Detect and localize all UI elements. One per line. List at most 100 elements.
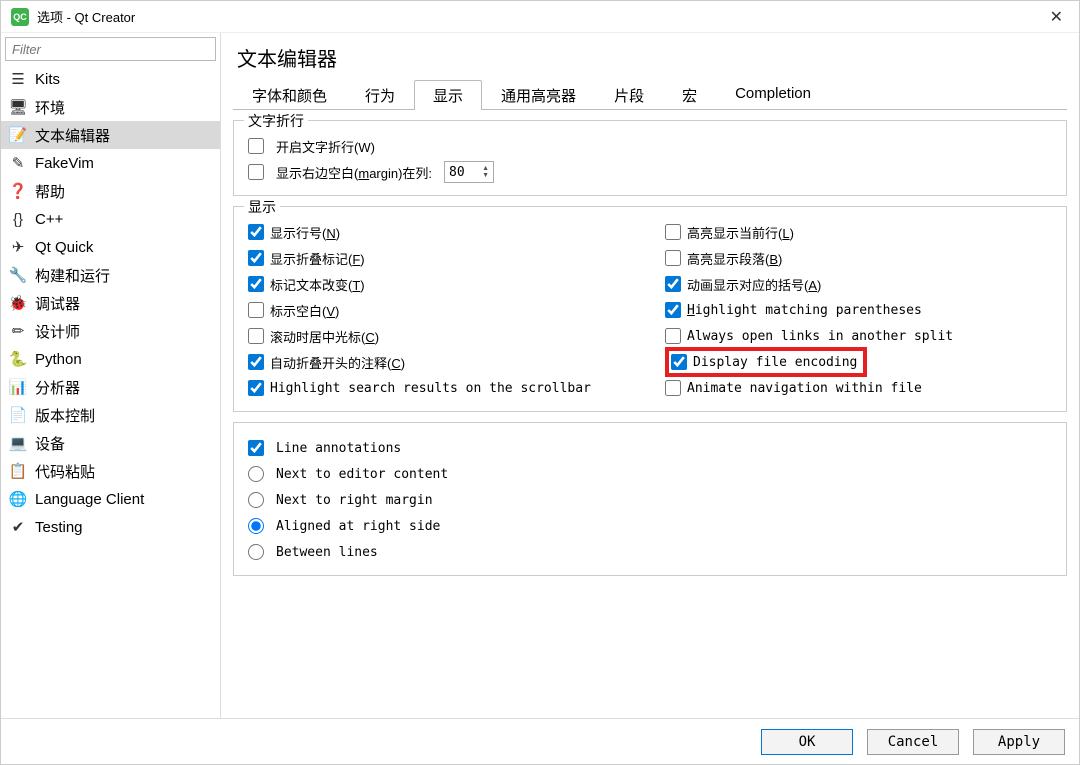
sidebar-item-label: 版本控制 <box>35 405 95 426</box>
display-checkbox[interactable] <box>665 328 681 344</box>
display-checkbox[interactable] <box>248 354 264 370</box>
annotation-radio-between[interactable] <box>248 544 264 560</box>
sidebar-item-label: 设备 <box>35 433 65 454</box>
show-margin-label: 显示右边空白(margin)在列: <box>276 163 432 182</box>
display-checkbox[interactable] <box>248 302 264 318</box>
apply-button[interactable]: Apply <box>973 729 1065 755</box>
display-checkbox[interactable] <box>665 302 681 318</box>
tab-通用高亮器[interactable]: 通用高亮器 <box>482 80 595 110</box>
group-display-title: 显示 <box>244 197 280 217</box>
display-checkbox[interactable] <box>248 380 264 396</box>
display-checkbox[interactable] <box>671 354 687 370</box>
sidebar-item-text[interactable]: 📝 文本编辑器 <box>1 121 220 149</box>
sidebar-item-python[interactable]: 🐍 Python <box>1 345 220 373</box>
main-panel: 文本编辑器 字体和颜色行为显示通用高亮器片段宏Completion 文字折行 开… <box>221 33 1079 718</box>
display-checkbox-label: 高亮显示当前行(L) <box>687 223 794 242</box>
display-left-col: 显示行号(N)显示折叠标记(F)标记文本改变(T)标示空白(V)滚动时居中光标(… <box>248 219 635 401</box>
sidebar-item-label: 文本编辑器 <box>35 125 110 146</box>
cpp-icon: {} <box>9 210 27 228</box>
margin-col-spinbox[interactable]: 80 ▲▼ <box>444 161 494 183</box>
annotation-radio-group: Next to editor contentNext to right marg… <box>248 461 1052 565</box>
device-icon: 💻 <box>9 434 27 452</box>
enable-wrap-checkbox[interactable] <box>248 138 264 154</box>
display-checkbox[interactable] <box>248 276 264 292</box>
ok-button[interactable]: OK <box>761 729 853 755</box>
design-icon: ✏ <box>9 322 27 340</box>
display-checkbox[interactable] <box>665 224 681 240</box>
vim-icon: ✎ <box>9 154 27 172</box>
sidebar-item-label: FakeVim <box>35 155 94 172</box>
cancel-button[interactable]: Cancel <box>867 729 959 755</box>
tab-Completion[interactable]: Completion <box>716 80 830 110</box>
tab-宏[interactable]: 宏 <box>663 80 716 110</box>
tab-字体和颜色[interactable]: 字体和颜色 <box>233 80 346 110</box>
display-checkbox[interactable] <box>248 250 264 266</box>
group-wrap-title: 文字折行 <box>244 111 308 131</box>
display-checkbox-label: 显示行号(N) <box>270 223 340 242</box>
sidebar-item-build[interactable]: 🔧 构建和运行 <box>1 261 220 289</box>
sidebar-item-label: Testing <box>35 519 83 536</box>
display-checkbox-label: Display file encoding <box>693 355 857 370</box>
annotation-radio-label: Next to right margin <box>276 493 433 508</box>
window-body: ☰Kits🖥环境📝文本编辑器✎FakeVim❓帮助{}C++✈Qt Quick🔧… <box>1 33 1079 718</box>
display-checkbox-label: 自动折叠开头的注释(C) <box>270 353 405 372</box>
env-icon: 🖥 <box>9 98 27 116</box>
sidebar-item-label: 代码粘贴 <box>35 461 95 482</box>
annotation-radio-content[interactable] <box>248 466 264 482</box>
sidebar-item-lang[interactable]: 🌐 Language Client <box>1 485 220 513</box>
sidebar-item-label: Python <box>35 351 82 368</box>
sidebar-item-vcs[interactable]: 📄 版本控制 <box>1 401 220 429</box>
filter-input[interactable] <box>5 37 216 61</box>
debug-icon: 🐞 <box>9 294 27 312</box>
build-icon: 🔧 <box>9 266 27 284</box>
display-checkbox-label: 高亮显示段落(B) <box>687 249 782 268</box>
sidebar-item-label: Language Client <box>35 491 144 508</box>
quick-icon: ✈ <box>9 238 27 256</box>
sidebar-item-analyzer[interactable]: 📊分析器 <box>1 373 220 401</box>
group-display: 显示 显示行号(N)显示折叠标记(F)标记文本改变(T)标示空白(V)滚动时居中… <box>233 206 1067 412</box>
display-checkbox[interactable] <box>248 328 264 344</box>
annotation-radio-right[interactable] <box>248 518 264 534</box>
display-checkbox-label: Animate navigation within file <box>687 381 922 396</box>
line-annotations-checkbox[interactable] <box>248 440 264 456</box>
sidebar-item-vim[interactable]: ✎ FakeVim <box>1 149 220 177</box>
display-checkbox[interactable] <box>665 380 681 396</box>
sidebar-item-label: 构建和运行 <box>35 265 110 286</box>
sidebar-item-debug[interactable]: 🐞 调试器 <box>1 289 220 317</box>
help-icon: ❓ <box>9 182 27 200</box>
display-checkbox-label: Always open links in another split <box>687 329 953 344</box>
display-checkbox-label: 显示折叠标记(F) <box>270 249 365 268</box>
kits-icon: ☰ <box>9 70 27 88</box>
close-icon[interactable]: ✕ <box>1044 7 1069 27</box>
page-title: 文本编辑器 <box>237 43 1067 72</box>
show-margin-checkbox[interactable] <box>248 164 264 180</box>
tab-行为[interactable]: 行为 <box>346 80 414 110</box>
sidebar-item-device[interactable]: 💻 设备 <box>1 429 220 457</box>
display-checkbox-label: Highlight matching parentheses <box>687 303 922 318</box>
text-icon: 📝 <box>9 126 27 144</box>
sidebar-item-test[interactable]: ✔ Testing <box>1 513 220 541</box>
test-icon: ✔ <box>9 518 27 536</box>
sidebar-item-label: 调试器 <box>35 293 80 314</box>
tab-片段[interactable]: 片段 <box>595 80 663 110</box>
lang-icon: 🌐 <box>9 490 27 508</box>
sidebar-item-label: C++ <box>35 211 63 228</box>
titlebar: QC 选项 - Qt Creator ✕ <box>1 1 1079 33</box>
sidebar-item-quick[interactable]: ✈Qt Quick <box>1 233 220 261</box>
sidebar-item-help[interactable]: ❓帮助 <box>1 177 220 205</box>
category-list: ☰Kits🖥环境📝文本编辑器✎FakeVim❓帮助{}C++✈Qt Quick🔧… <box>1 65 220 718</box>
display-checkbox[interactable] <box>665 250 681 266</box>
python-icon: 🐍 <box>9 350 27 368</box>
display-checkbox[interactable] <box>665 276 681 292</box>
sidebar-item-paste[interactable]: 📋代码粘贴 <box>1 457 220 485</box>
window-title: 选项 - Qt Creator <box>37 7 1044 26</box>
spin-arrows-icon[interactable]: ▲▼ <box>482 165 489 179</box>
tab-显示[interactable]: 显示 <box>414 80 482 110</box>
sidebar-item-env[interactable]: 🖥环境 <box>1 93 220 121</box>
vcs-icon: 📄 <box>9 406 27 424</box>
sidebar-item-kits[interactable]: ☰Kits <box>1 65 220 93</box>
display-checkbox[interactable] <box>248 224 264 240</box>
annotation-radio-margin[interactable] <box>248 492 264 508</box>
sidebar-item-design[interactable]: ✏设计师 <box>1 317 220 345</box>
sidebar-item-cpp[interactable]: {} C++ <box>1 205 220 233</box>
